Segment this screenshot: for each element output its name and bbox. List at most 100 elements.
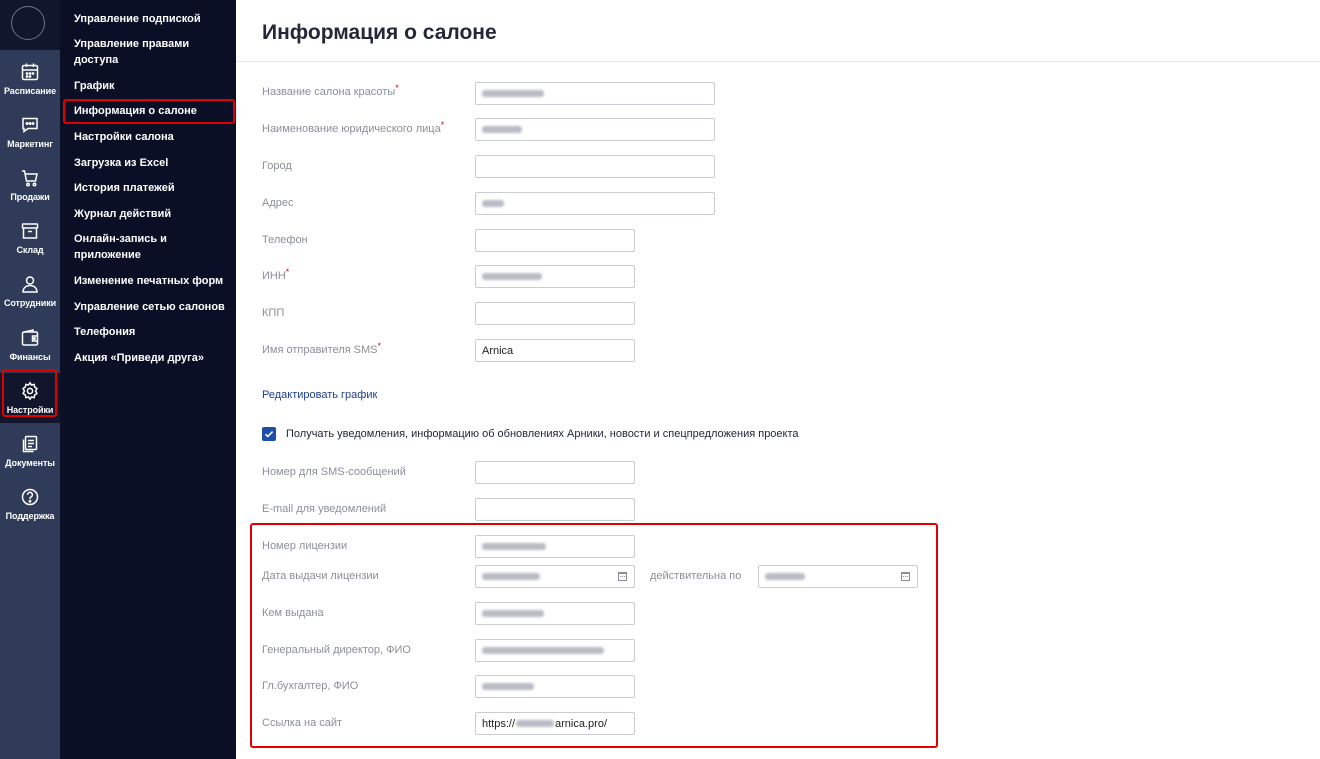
website-prefix: https://	[482, 717, 516, 730]
rail-label: Финансы	[9, 352, 51, 362]
kpp-input[interactable]	[475, 302, 635, 325]
blurred-value	[482, 273, 542, 280]
sms-sender-label: Имя отправителя SMS*	[262, 341, 382, 356]
website-label: Ссылка на сайт	[262, 717, 343, 729]
blurred-value	[482, 200, 504, 207]
website-input[interactable]: https:// arnica.pro/	[475, 712, 635, 735]
submenu-item-excel-import[interactable]: Загрузка из Excel	[74, 155, 232, 171]
icon-rail: Расписание Маркетинг Продажи Склад Сотру…	[0, 0, 60, 759]
license-number-input[interactable]	[475, 535, 635, 558]
submenu-item-action-log[interactable]: Журнал действий	[74, 206, 232, 222]
inn-label: ИНН*	[262, 267, 290, 282]
inn-input[interactable]	[475, 265, 635, 288]
documents-icon	[22, 435, 38, 453]
rail-label: Склад	[16, 245, 44, 255]
sms-number-label: Номер для SMS-сообщений	[262, 466, 406, 478]
submenu-item-payment-history[interactable]: История платежей	[74, 180, 232, 196]
rail-label: Маркетинг	[7, 139, 53, 149]
avatar[interactable]	[11, 6, 45, 40]
salon-name-label: Название салона красоты*	[262, 83, 399, 98]
rail-item-staff[interactable]: Сотрудники	[0, 266, 60, 316]
blurred-value	[765, 573, 805, 580]
submenu-item-salon-settings[interactable]: Настройки салона	[74, 129, 232, 145]
license-valid-until-input[interactable]	[758, 565, 918, 588]
submenu-item-print-forms[interactable]: Изменение печатных форм	[74, 273, 232, 289]
license-date-input[interactable]	[475, 565, 635, 588]
wallet-icon	[21, 329, 39, 346]
user-icon	[22, 276, 38, 293]
submenu-item-referral[interactable]: Акция «Приведи друга»	[74, 350, 232, 366]
phone-input[interactable]	[475, 229, 635, 252]
legal-name-input[interactable]	[475, 118, 715, 141]
title-divider	[236, 61, 1320, 62]
issued-by-input[interactable]	[475, 602, 635, 625]
rail-header	[0, 0, 60, 50]
notifications-checkbox[interactable]	[262, 427, 276, 441]
rail-item-documents[interactable]: Документы	[0, 426, 60, 476]
edit-schedule-link[interactable]: Редактировать график	[262, 389, 377, 401]
main-content: Информация о салоне Название салона крас…	[236, 0, 1320, 759]
submenu-item-salon-network[interactable]: Управление сетью салонов	[74, 299, 232, 315]
kpp-label: КПП	[262, 307, 285, 319]
legal-name-label: Наименование юридического лица*	[262, 120, 445, 135]
city-input[interactable]	[475, 155, 715, 178]
sms-sender-input[interactable]: Arnica	[475, 339, 635, 362]
phone-label: Телефон	[262, 234, 308, 246]
calendar-icon[interactable]	[618, 572, 627, 581]
rail-label: Поддержка	[5, 511, 55, 521]
blurred-value	[482, 683, 534, 690]
accountant-input[interactable]	[475, 675, 635, 698]
license-date-label: Дата выдачи лицензии	[262, 570, 379, 582]
required-marker: *	[285, 267, 290, 277]
blurred-value	[482, 573, 540, 580]
blurred-value	[482, 647, 604, 654]
submenu-item-schedule[interactable]: График	[74, 78, 232, 94]
rail-item-support[interactable]: Поддержка	[0, 479, 60, 529]
blurred-value	[516, 720, 555, 727]
issued-by-label: Кем выдана	[262, 607, 324, 619]
ceo-input[interactable]	[475, 639, 635, 662]
submenu-item-access-rights[interactable]: Управление правами доступа	[74, 36, 232, 68]
rail-item-warehouse[interactable]: Склад	[0, 213, 60, 263]
archive-icon	[21, 223, 39, 239]
gear-icon	[22, 381, 38, 401]
license-valid-until-label: действительна по	[650, 570, 742, 582]
rail-item-sales[interactable]: Продажи	[0, 160, 60, 210]
blurred-value	[482, 90, 544, 97]
cart-icon	[22, 170, 38, 187]
calendar-icon[interactable]	[901, 572, 910, 581]
required-marker: *	[377, 341, 382, 351]
address-label: Адрес	[262, 197, 294, 209]
notify-email-label: E-mail для уведомлений	[262, 503, 387, 515]
rail-item-marketing[interactable]: Маркетинг	[0, 107, 60, 157]
blurred-value	[482, 126, 522, 133]
ceo-label: Генеральный директор, ФИО	[262, 644, 411, 656]
rail-label: Документы	[5, 458, 55, 468]
app-window: Расписание Маркетинг Продажи Склад Сотру…	[0, 0, 1320, 759]
rail-label: Настройки	[6, 405, 54, 415]
city-label: Город	[262, 160, 292, 172]
rail-label: Сотрудники	[3, 298, 57, 308]
salon-name-input[interactable]	[475, 82, 715, 105]
notify-email-input[interactable]	[475, 498, 635, 521]
submenu-item-telephony[interactable]: Телефония	[74, 324, 232, 340]
sms-number-input[interactable]	[475, 461, 635, 484]
submenu-item-online-booking[interactable]: Онлайн-запись и приложение	[74, 231, 194, 263]
submenu-item-salon-info[interactable]: Информация о салоне	[74, 103, 232, 119]
rail-item-settings[interactable]: Настройки	[0, 373, 60, 423]
rail-item-finance[interactable]: Финансы	[0, 320, 60, 370]
rail-label: Продажи	[10, 192, 50, 202]
address-input[interactable]	[475, 192, 715, 215]
checkmark-icon	[264, 431, 274, 438]
required-marker: *	[440, 120, 445, 130]
submenu-item-subscription[interactable]: Управление подпиской	[74, 11, 232, 27]
calendar-icon	[21, 63, 39, 81]
website-suffix: arnica.pro/	[555, 717, 608, 730]
rail-label: Расписание	[4, 86, 56, 96]
blurred-value	[482, 543, 546, 550]
license-number-label: Номер лицензии	[262, 540, 348, 552]
rail-item-schedule[interactable]: Расписание	[0, 54, 60, 104]
required-marker: *	[395, 83, 399, 93]
chat-icon	[22, 117, 38, 133]
help-icon	[21, 488, 39, 506]
